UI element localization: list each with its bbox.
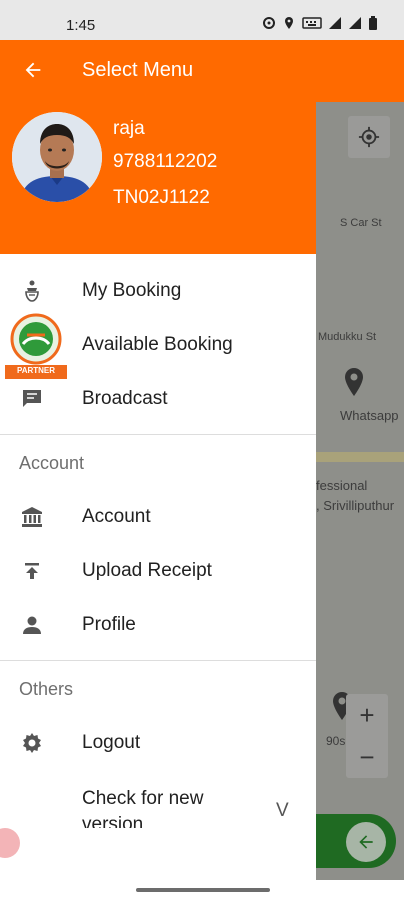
bank-icon: [22, 507, 42, 527]
status-time: 1:45: [66, 17, 96, 34]
profile-photo: [12, 112, 102, 202]
version-indicator: V: [276, 800, 289, 821]
menu-item-upload-receipt[interactable]: Upload Receipt: [0, 544, 316, 598]
menu-item-label: Logout: [82, 732, 141, 753]
menu-item-my-booking[interactable]: My Booking: [0, 264, 316, 318]
gear-icon: [23, 733, 41, 753]
zoom-out-button[interactable]: −: [346, 736, 388, 778]
map-street-label: S Car St: [340, 217, 382, 229]
back-circle-button[interactable]: [346, 822, 386, 862]
chat-icon: [23, 390, 41, 407]
avatar[interactable]: [12, 112, 102, 202]
location-icon: [285, 17, 293, 29]
arrow-left-icon: [359, 835, 373, 849]
map-view[interactable]: S Car St Mudukku St Whatsapp fessional ,…: [316, 102, 404, 880]
menu-item-label: Broadcast: [82, 388, 168, 409]
moon-icon: [24, 788, 34, 808]
section-header-others: Others: [19, 679, 74, 699]
menu-item-check-version[interactable]: Check for new version: [0, 772, 316, 828]
divider: [0, 660, 316, 661]
map-place-label: fessional: [316, 478, 368, 493]
zoom-controls: + −: [346, 694, 388, 778]
hotspot-icon: [263, 17, 275, 29]
menu-item-label: Upload Receipt: [82, 560, 212, 581]
person-bell-icon: [25, 280, 39, 302]
status-icons: [262, 16, 378, 30]
drawer-header: raja 9788112202 TN02J1122: [0, 102, 316, 254]
menu-item-profile[interactable]: Profile: [0, 598, 316, 652]
keyboard-icon: [302, 17, 322, 29]
user-phone: 9788112202: [113, 151, 218, 172]
divider: [0, 434, 316, 435]
user-vehicle-number: TN02J1122: [113, 187, 210, 208]
map-road: [316, 452, 404, 462]
menu-item-label: Profile: [82, 614, 136, 635]
map-pin-icon[interactable]: [344, 368, 364, 396]
crosshair-icon: [358, 126, 380, 148]
cell-signal-icon: [349, 17, 361, 29]
menu-item-account[interactable]: Account: [0, 490, 316, 544]
user-name: raja: [113, 118, 145, 139]
menu-item-label: Account: [82, 506, 151, 527]
upload-icon: [25, 563, 39, 579]
menu-item-label: Check for new version: [82, 788, 204, 828]
status-bar: 1:45: [0, 0, 404, 40]
person-icon: [23, 616, 41, 634]
system-nav-bar: [0, 880, 404, 900]
back-arrow-icon[interactable]: [22, 59, 44, 81]
page-title: Select Menu: [82, 59, 194, 81]
navigation-drawer: raja 9788112202 TN02J1122 My Booking Ava…: [0, 102, 316, 880]
menu-item-label: Available Booking: [82, 334, 233, 355]
map-street-label: Mudukku St: [318, 331, 377, 343]
section-header-account: Account: [19, 453, 85, 473]
menu-item-logout[interactable]: Logout: [0, 716, 316, 770]
top-app-bar: Select Menu: [0, 40, 404, 102]
wifi-signal-icon: [329, 17, 341, 29]
home-gesture-pill[interactable]: [136, 888, 270, 892]
my-location-button[interactable]: [348, 116, 390, 158]
menu-item-broadcast[interactable]: Broadcast: [0, 372, 316, 426]
battery-icon: [369, 16, 377, 30]
map-place-label: Whatsapp: [340, 408, 399, 423]
partner-logo: PARTNER: [5, 311, 67, 379]
map-place-label: , Srivilliputhur: [316, 498, 395, 513]
menu-item-label: My Booking: [82, 280, 182, 301]
zoom-in-button[interactable]: +: [346, 694, 388, 736]
